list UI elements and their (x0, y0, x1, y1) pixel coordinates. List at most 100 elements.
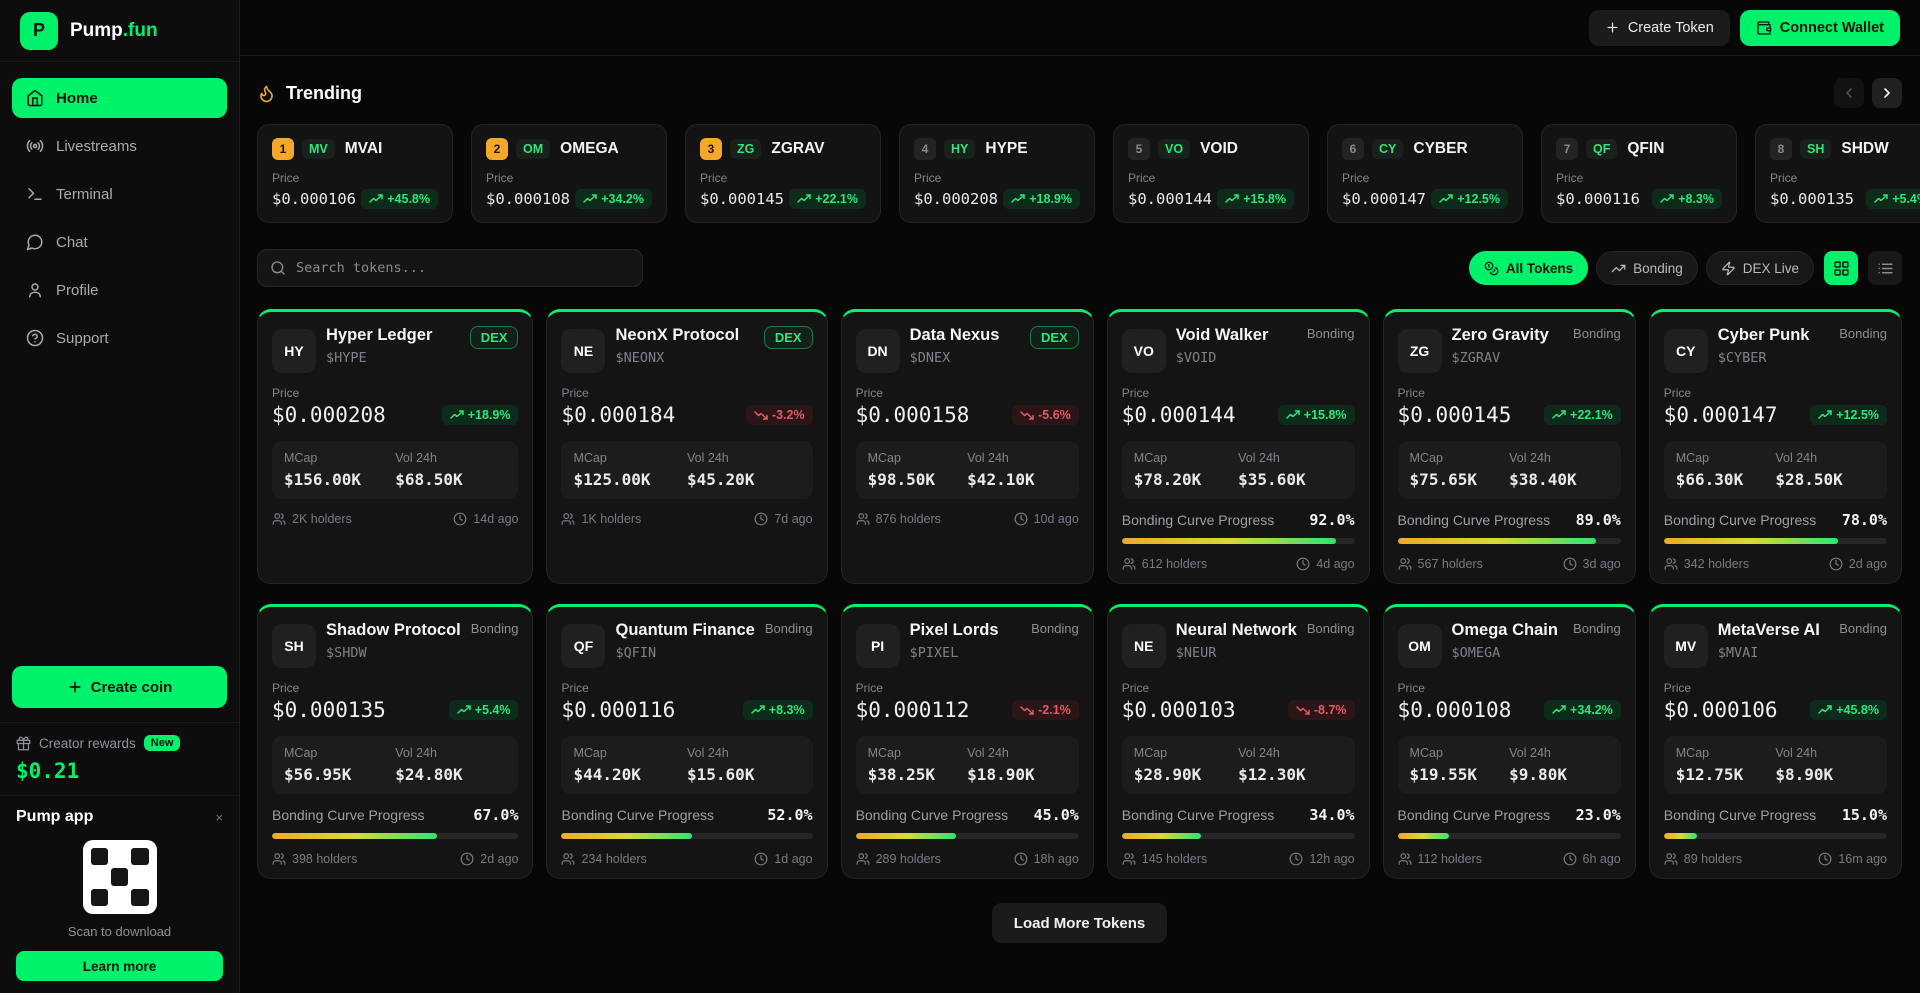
sidebar-item-chat[interactable]: Chat (12, 222, 227, 262)
app-root: P Pump.fun Home Livestreams Terminal Cha… (0, 0, 1920, 993)
learn-more-button[interactable]: Learn more (16, 951, 223, 981)
coins-icon (1484, 261, 1499, 276)
holders-text: 234 holders (581, 852, 646, 866)
change-value: +34.2% (601, 192, 644, 206)
trending-card[interactable]: 1 MV MVAI Price $0.000106 +45.8% (257, 124, 453, 223)
brand-name: Pump.fun (70, 20, 158, 42)
create-token-button[interactable]: Create Token (1589, 10, 1730, 46)
bonding-progress: Bonding Curve Progress 23.0% (1398, 806, 1621, 839)
mcap-label: MCap (573, 746, 687, 760)
token-card[interactable]: DN Data Nexus $DNEX DEX Price $0.000158 … (841, 309, 1094, 584)
token-card[interactable]: HY Hyper Ledger $HYPE DEX Price $0.00020… (257, 309, 533, 584)
price-label: Price (856, 386, 1079, 400)
token-price: $0.000208 (914, 190, 998, 208)
holders: 398 holders (272, 852, 357, 866)
trend-up-icon (1552, 410, 1566, 420)
trending-card[interactable]: 2 OM OMEGA Price $0.000108 +34.2% (471, 124, 667, 223)
trending-card[interactable]: 7 QF QFIN Price $0.000116 +8.3% (1541, 124, 1737, 223)
token-card[interactable]: ZG Zero Gravity $ZGRAV Bonding Price $0.… (1383, 309, 1636, 584)
scan-to-download-text: Scan to download (16, 924, 223, 939)
holders: 234 holders (561, 852, 646, 866)
token-card[interactable]: MV MetaVerse AI $MVAI Bonding Price $0.0… (1649, 604, 1902, 879)
plus-icon (1605, 20, 1620, 35)
token-card[interactable]: QF Quantum Finance $QFIN Bonding Price $… (546, 604, 827, 879)
filter-bonding[interactable]: Bonding (1596, 251, 1698, 285)
token-name: Neural Network (1176, 621, 1297, 640)
age-text: 12h ago (1309, 852, 1354, 866)
trending-card[interactable]: 4 HY HYPE Price $0.000208 +18.9% (899, 124, 1095, 223)
status-badge: Bonding (1839, 326, 1887, 341)
change-badge: +5.4% (449, 700, 519, 720)
token-ticker-chip: QF (1586, 139, 1617, 159)
chevron-right-icon[interactable] (1872, 78, 1902, 108)
filter-dex-live[interactable]: DEX Live (1706, 251, 1814, 285)
close-icon[interactable]: × (215, 810, 223, 825)
token-card[interactable]: OM Omega Chain $OMEGA Bonding Price $0.0… (1383, 604, 1636, 879)
progress-track (1122, 538, 1355, 544)
token-name: Data Nexus (910, 326, 1020, 345)
sidebar: P Pump.fun Home Livestreams Terminal Cha… (0, 0, 240, 993)
change-value: +8.3% (769, 703, 805, 717)
load-more-button[interactable]: Load More Tokens (992, 903, 1167, 943)
vol-value: $45.20K (687, 470, 801, 489)
mcap-value: $66.30K (1676, 470, 1776, 489)
rank-badge: 6 (1342, 138, 1364, 160)
token-card[interactable]: PI Pixel Lords $PIXEL Bonding Price $0.0… (841, 604, 1094, 879)
chevron-left-icon[interactable] (1834, 78, 1864, 108)
token-card[interactable]: NE NeonX Protocol $NEONX DEX Price $0.00… (546, 309, 827, 584)
status-badge: Bonding (471, 621, 519, 636)
trend-up-icon (457, 705, 471, 715)
trend-up-icon (797, 194, 811, 204)
change-value: +12.5% (1457, 192, 1500, 206)
sidebar-item-label: Home (56, 90, 98, 107)
list-view-icon[interactable] (1868, 251, 1902, 285)
token-card[interactable]: CY Cyber Punk $CYBER Bonding Price $0.00… (1649, 309, 1902, 584)
lightning-icon (1721, 261, 1736, 276)
people-icon (561, 512, 575, 526)
trend-up-icon (1011, 194, 1025, 204)
token-card[interactable]: VO Void Walker $VOID Bonding Price $0.00… (1107, 309, 1370, 584)
price-label: Price (1770, 171, 1920, 185)
age-text: 4d ago (1316, 557, 1354, 571)
trending-card[interactable]: 6 CY CYBER Price $0.000147 +12.5% (1327, 124, 1523, 223)
change-badge: +18.9% (442, 405, 519, 425)
create-coin-button[interactable]: Create coin (12, 666, 227, 708)
clock-icon (453, 512, 467, 526)
sidebar-item-livestreams[interactable]: Livestreams (12, 126, 227, 166)
change-value: +8.3% (1678, 192, 1714, 206)
progress-fill (1398, 833, 1449, 839)
trending-card[interactable]: 8 SH SHDW Price $0.000135 +5.4% (1755, 124, 1920, 223)
token-avatar: DN (856, 329, 900, 373)
sidebar-item-profile[interactable]: Profile (12, 270, 227, 310)
progress-fill (1122, 833, 1201, 839)
filter-all-tokens[interactable]: All Tokens (1469, 251, 1588, 285)
token-ticker: $DNEX (910, 350, 1020, 366)
search-input[interactable] (296, 260, 630, 276)
holders: 112 holders (1398, 852, 1482, 866)
mcap-label: MCap (868, 451, 968, 465)
mcap-value: $98.50K (868, 470, 968, 489)
creator-rewards-amount: $0.21 (16, 759, 223, 783)
mcap-value: $78.20K (1134, 470, 1238, 489)
status-badge: DEX (1030, 326, 1079, 349)
age-text: 2d ago (480, 852, 518, 866)
token-card[interactable]: NE Neural Network $NEUR Bonding Price $0… (1107, 604, 1370, 879)
rank-badge: 8 (1770, 138, 1792, 160)
connect-wallet-button[interactable]: Connect Wallet (1740, 10, 1900, 46)
trending-card[interactable]: 5 VO VOID Price $0.000144 +15.8% (1113, 124, 1309, 223)
trending-row: 1 MV MVAI Price $0.000106 +45.8% 2 OM OM… (257, 124, 1920, 223)
price-label: Price (272, 681, 518, 695)
brand-name-secondary: .fun (123, 20, 158, 41)
token-stats: MCap $78.20K Vol 24h $35.60K (1122, 441, 1355, 499)
sidebar-item-support[interactable]: Support (12, 318, 227, 358)
progress-fill (561, 833, 692, 839)
progress-track (1664, 833, 1887, 839)
sidebar-item-terminal[interactable]: Terminal (12, 174, 227, 214)
grid-view-icon[interactable] (1824, 251, 1858, 285)
change-badge: +34.2% (1544, 700, 1621, 720)
token-card[interactable]: SH Shadow Protocol $SHDW Bonding Price $… (257, 604, 533, 879)
sidebar-item-home[interactable]: Home (12, 78, 227, 118)
holders-text: 289 holders (876, 852, 941, 866)
trending-card[interactable]: 3 ZG ZGRAV Price $0.000145 +22.1% (685, 124, 881, 223)
age: 12h ago (1289, 852, 1354, 866)
